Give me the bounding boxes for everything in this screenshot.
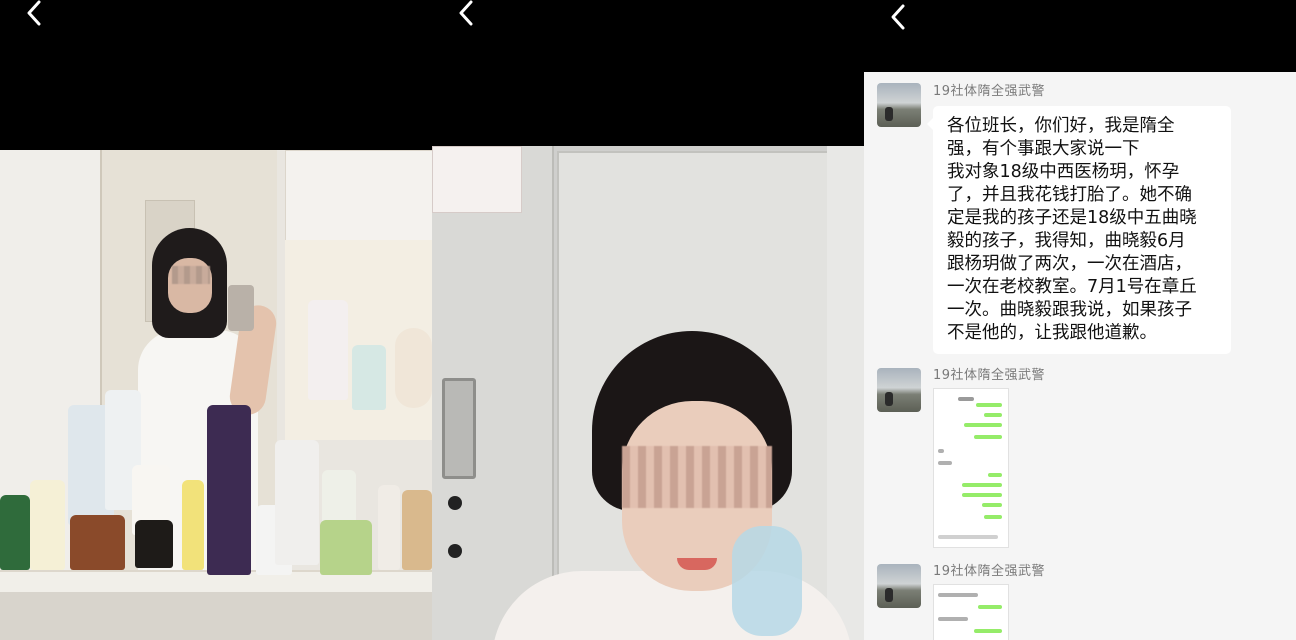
chat-area: 19社体隋全强武警 各位班长，你们好，我是隋全 强，有个事跟大家说一下 我对象1… — [864, 72, 1296, 640]
message-line: 我对象18级中西医杨玥，怀孕 — [947, 162, 1180, 182]
bottle — [308, 300, 348, 400]
chat-message: 19社体隋全强武警 — [864, 362, 1296, 552]
message-line: 不是他的，让我跟他道歉。 — [947, 323, 1157, 343]
wall — [827, 146, 864, 640]
back-button[interactable] — [454, 0, 480, 32]
chevron-left-icon — [891, 4, 905, 30]
jar — [135, 520, 173, 568]
face-blur — [622, 446, 772, 508]
mirror-cabinet — [285, 150, 432, 242]
avatar[interactable] — [877, 368, 921, 412]
mirror-selfie-photo — [0, 150, 432, 640]
chevron-left-icon — [459, 0, 473, 26]
message-line: 定是我的孩子还是18级中五曲晓 — [947, 208, 1197, 228]
sender-name: 19社体隋全强武警 — [933, 368, 1046, 383]
message-line: 跟杨玥做了两次，一次在酒店， — [947, 254, 1192, 274]
tube — [378, 485, 400, 570]
sender-name: 19社体隋全强武警 — [933, 564, 1046, 579]
chat-panel: 19社体隋全强武警 各位班长，你们好，我是隋全 强，有个事跟大家说一下 我对象1… — [864, 0, 1296, 640]
chevron-left-icon — [27, 0, 41, 26]
lock — [448, 544, 462, 558]
chat-screenshot-image[interactable] — [933, 388, 1009, 548]
bottle — [0, 495, 30, 570]
photo-panel-2 — [432, 0, 864, 640]
locker-handle — [442, 378, 476, 479]
lips — [677, 558, 717, 570]
vase — [395, 328, 432, 408]
sender-name: 19社体隋全强武警 — [933, 84, 1046, 99]
box — [352, 345, 386, 410]
bottle — [402, 490, 432, 570]
message-line: 毅的孩子，我得知，曲晓毅6月 — [947, 231, 1186, 251]
message-line: 一次在老校教室。7月1号在章丘 — [947, 277, 1197, 297]
chat-message: 19社体隋全强武警 — [864, 558, 1296, 640]
message-line: 一次。曲晓毅跟我说，如果孩子 — [947, 300, 1192, 320]
message-line: 各位班长，你们好，我是隋全 — [947, 116, 1175, 136]
message-line: 强，有个事跟大家说一下 — [947, 139, 1140, 159]
bottle — [30, 480, 65, 570]
locker-selfie-photo — [432, 146, 864, 640]
face-blur — [172, 266, 210, 284]
chat-screenshot-image[interactable] — [933, 584, 1009, 640]
green-jar — [320, 520, 372, 575]
counter-lower — [0, 592, 432, 640]
message-line: 了，并且我花钱打胎了。她不确 — [947, 185, 1192, 205]
jar — [70, 515, 125, 570]
chat-message: 19社体隋全强武警 各位班长，你们好，我是隋全 强，有个事跟大家说一下 我对象1… — [864, 78, 1296, 358]
back-button[interactable] — [886, 0, 912, 32]
purple-bottle — [207, 405, 251, 575]
message-bubble[interactable]: 各位班长，你们好，我是隋全 强，有个事跟大家说一下 我对象18级中西医杨玥，怀孕… — [927, 106, 1231, 354]
lock — [448, 496, 462, 510]
face-mask — [732, 526, 802, 636]
sticker — [432, 146, 522, 213]
avatar[interactable] — [877, 83, 921, 127]
bottle — [275, 440, 319, 565]
tube — [182, 480, 204, 570]
back-button[interactable] — [22, 0, 48, 32]
phone — [228, 285, 254, 331]
avatar[interactable] — [877, 564, 921, 608]
photo-panel-1 — [0, 0, 432, 640]
